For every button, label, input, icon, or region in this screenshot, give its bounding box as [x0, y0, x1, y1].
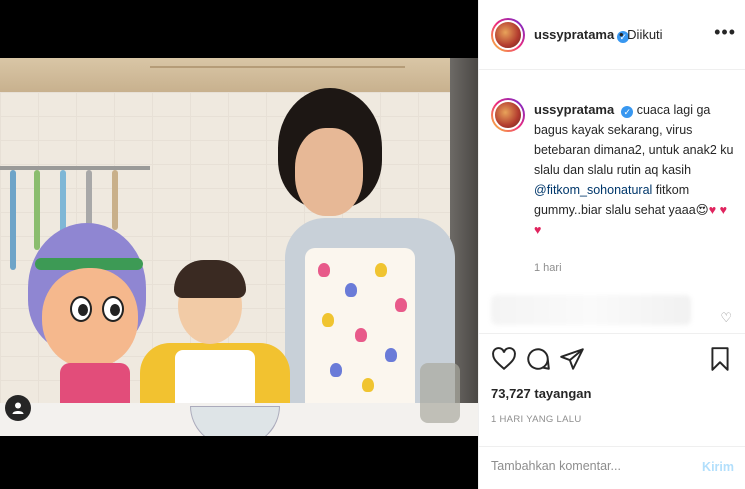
caption-username[interactable]: ussypratama	[534, 102, 614, 117]
follow-status[interactable]: • Diikuti	[619, 27, 663, 42]
comment-form: Kirim	[479, 446, 745, 489]
kitchen-cabinet	[0, 58, 478, 92]
share-icon[interactable]	[559, 346, 585, 372]
verified-icon: ✓	[621, 106, 634, 118]
glass-jar	[420, 363, 460, 423]
mixing-bowl	[190, 406, 280, 436]
mention-link[interactable]: @fitkom_sohonatural	[534, 183, 652, 197]
tagged-users-button[interactable]	[5, 395, 31, 421]
mascot-pupil	[110, 304, 120, 316]
like-heart-icon[interactable]	[491, 346, 517, 372]
woman-face	[295, 128, 363, 216]
video-frame[interactable]	[0, 58, 478, 436]
post-header: ussypratama ✓ • Diikuti •••	[479, 0, 745, 70]
blurred-comment	[491, 295, 691, 325]
mascot-face	[42, 268, 138, 368]
post-comment-button[interactable]: Kirim	[702, 460, 734, 474]
comment-icon[interactable]	[525, 346, 551, 372]
tulip-print	[375, 263, 387, 277]
user-icon	[12, 402, 24, 414]
bookmark-icon[interactable]	[707, 346, 733, 372]
caption-avatar[interactable]	[491, 98, 525, 132]
tulip-print	[345, 283, 357, 297]
utensil	[10, 170, 16, 270]
caption-time: 1 hari	[534, 262, 562, 274]
utensil-rail	[0, 166, 150, 170]
author-username[interactable]: ussypratama	[534, 27, 614, 42]
heart-eyes-emoji: 😍	[695, 203, 709, 217]
post-sidebar: ussypratama ✓ • Diikuti ••• ussypratama ✓ …	[478, 0, 745, 489]
tulip-print	[355, 328, 367, 342]
more-options-icon[interactable]: •••	[714, 22, 736, 43]
tulip-print	[322, 313, 334, 327]
author-username-row: ussypratama ✓	[534, 27, 630, 43]
tulip-print	[318, 263, 330, 277]
utensil	[34, 170, 40, 250]
tulip-print	[395, 298, 407, 312]
tulip-print	[330, 363, 342, 377]
caption-section: ussypratama ✓ cuaca lagi ga bagus kayak s…	[479, 70, 745, 332]
tulip-print	[362, 378, 374, 392]
cabinet-trim	[150, 66, 405, 68]
avatar-image	[493, 20, 523, 50]
tulip-print	[385, 348, 397, 362]
post-timestamp[interactable]: 1 HARI YANG LALU	[491, 414, 582, 425]
post-actions: 73,727 tayangan 1 HARI YANG LALU	[479, 333, 745, 463]
mascot-pupil	[78, 304, 88, 316]
comment-like-icon[interactable]: ♡	[720, 310, 732, 326]
comment-input[interactable]	[491, 459, 691, 473]
utensil	[112, 170, 118, 230]
caption-text: ussypratama ✓ cuaca lagi ga bagus kayak s…	[534, 100, 734, 240]
post-video[interactable]	[0, 0, 478, 489]
avatar[interactable]	[491, 18, 525, 52]
avatar-image	[493, 100, 523, 130]
view-count[interactable]: 73,727 tayangan	[491, 386, 591, 401]
child-apron	[175, 350, 255, 410]
